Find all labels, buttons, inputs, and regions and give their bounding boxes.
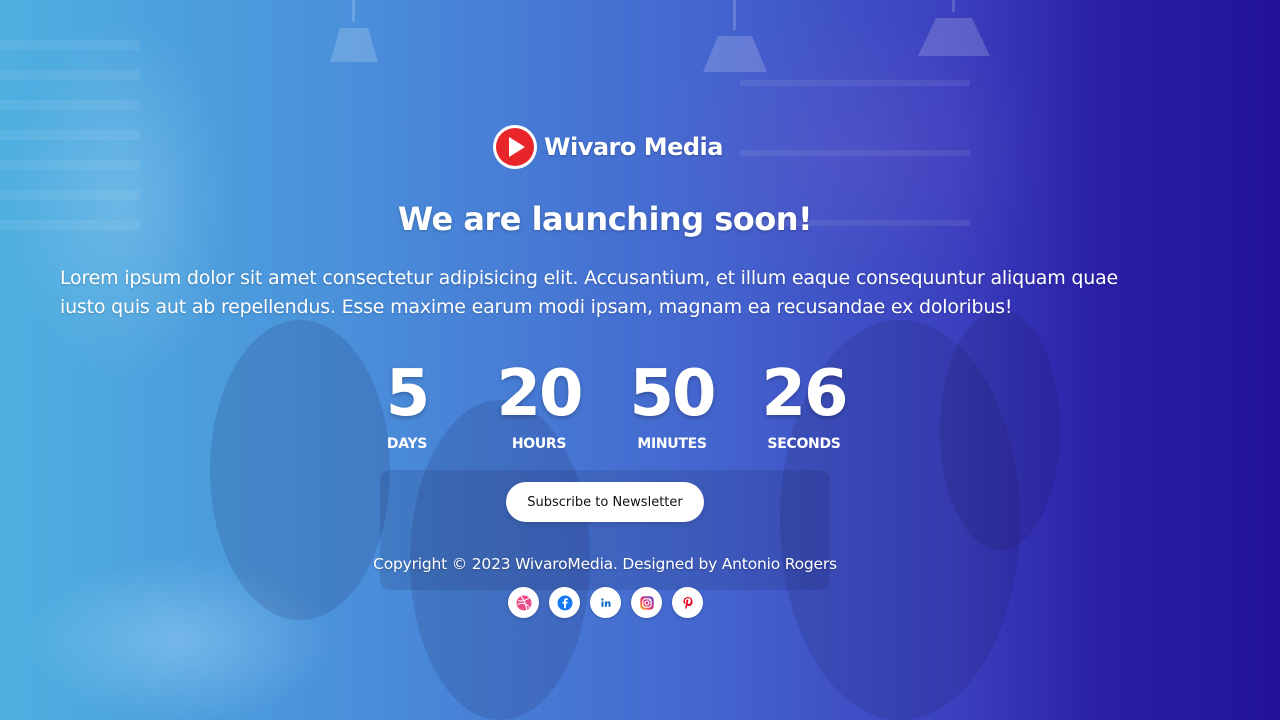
seconds-label: SECONDS: [767, 436, 841, 452]
facebook-link[interactable]: [549, 587, 580, 618]
copyright-text: Copyright © 2023 WivaroMedia. Designed b…: [373, 555, 837, 573]
intro-paragraph: Lorem ipsum dolor sit amet consectetur a…: [60, 267, 1119, 318]
linkedin-link[interactable]: [590, 587, 621, 618]
seconds-value: 26: [761, 357, 848, 431]
instagram-link[interactable]: [631, 587, 662, 618]
pinterest-link[interactable]: [672, 587, 703, 618]
pinterest-icon: [683, 596, 692, 609]
instagram-icon: [639, 595, 654, 610]
page-title: We are launching soon!: [397, 200, 813, 238]
coming-soon-panel: Wivaro Media We are launching soon! Lore…: [0, 0, 1280, 720]
brand-logo[interactable]: Wivaro Media: [492, 124, 723, 170]
countdown-seconds: 26 SECONDS: [724, 360, 884, 452]
brand-name: Wivaro Media: [544, 133, 723, 161]
play-logo-icon: [493, 125, 537, 169]
social-links: [508, 587, 703, 618]
dribbble-link[interactable]: [508, 587, 539, 618]
dribbble-icon: [516, 595, 531, 610]
facebook-icon: [557, 595, 572, 610]
linkedin-icon: [600, 597, 610, 607]
subscribe-newsletter-button[interactable]: Subscribe to Newsletter: [506, 482, 704, 522]
countdown-timer: 5 DAYS 20 HOURS 50 MINUTES 26 SECONDS: [0, 360, 1280, 460]
